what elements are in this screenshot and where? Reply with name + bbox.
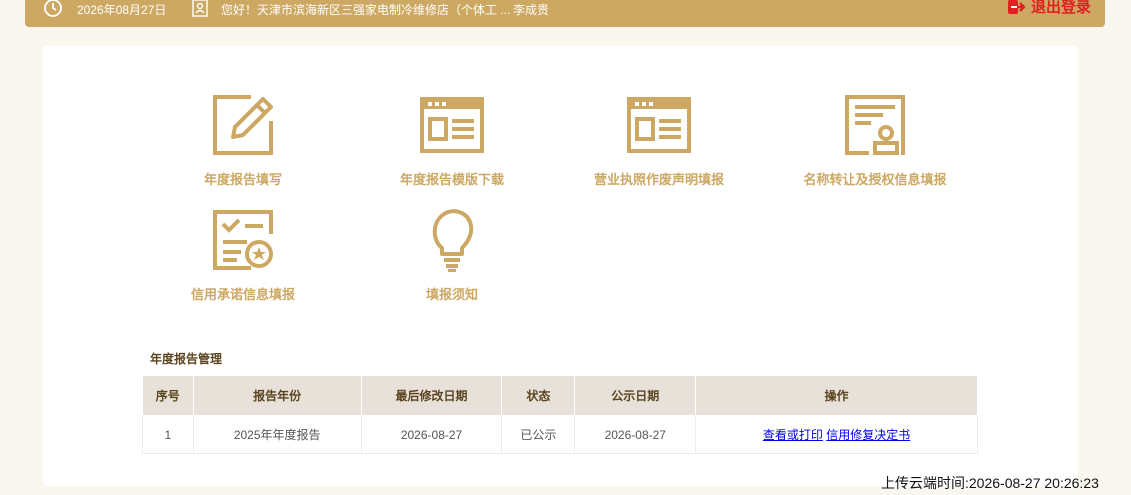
user-badge-icon: [192, 0, 208, 17]
tile-name-transfer[interactable]: 名称转让及授权信息填报: [785, 93, 965, 188]
tile-label: 信用承诺信息填报: [190, 287, 295, 302]
cell-status: 已公示: [501, 415, 576, 454]
col-header-year: 报告年份: [192, 375, 362, 416]
view-print-link[interactable]: 查看或打印: [763, 428, 823, 442]
tile-label: 年度报告模版下载: [399, 172, 504, 187]
tile-template-download[interactable]: 年度报告模版下载: [372, 93, 532, 188]
logout-icon: [1007, 0, 1025, 14]
greeting-text: 您好！天津市滨海新区三强家电制冷维修店（个体工 ...: [221, 3, 511, 17]
edit-form-icon: [213, 95, 273, 155]
authorization-stamp-icon: [845, 95, 905, 155]
tile-label: 名称转让及授权信息填报: [803, 172, 947, 187]
tile-label: 营业执照作废声明填报: [593, 172, 724, 187]
tile-label: 年度报告填写: [203, 172, 282, 187]
col-header-modified: 最后修改日期: [360, 375, 503, 416]
tile-filing-notice[interactable]: 填报须知: [372, 208, 532, 303]
credit-checklist-icon: [213, 210, 273, 270]
tile-license-void[interactable]: 营业执照作废声明填报: [579, 93, 739, 188]
col-header-actions: 操作: [695, 375, 978, 416]
main-panel: 年度报告填写 年度报告模版下载 营业执照作废声明填报 名称转让及授权信息填报 信…: [43, 46, 1078, 486]
logout-button[interactable]: 退出登录: [1007, 0, 1091, 17]
cell-publish-date: 2026-08-27: [574, 415, 697, 454]
col-header-publish-date: 公示日期: [574, 375, 697, 416]
col-header-index: 序号: [142, 375, 194, 416]
clock-icon: [44, 0, 62, 17]
upload-time-text: 上传云端时间:2026-08-27 20:26:23: [881, 475, 1099, 491]
tile-label: 填报须知: [425, 287, 478, 302]
tile-credit-commitment[interactable]: 信用承诺信息填报: [163, 208, 323, 303]
logout-label: 退出登录: [1030, 0, 1091, 16]
top-bar: 2026年08月27日 您好！天津市滨海新区三强家电制冷维修店（个体工 ... …: [25, 0, 1105, 27]
template-download-icon: [420, 97, 484, 153]
section-title: 年度报告管理: [150, 352, 223, 366]
cell-index: 1: [142, 415, 194, 454]
license-void-icon: [627, 97, 691, 153]
table-header-row: 序号 报告年份 最后修改日期 状态 公示日期 操作: [142, 375, 978, 416]
credit-repair-link[interactable]: 信用修复决定书: [826, 428, 910, 442]
lightbulb-icon: [432, 209, 474, 272]
cell-actions: 查看或打印 信用修复决定书: [695, 415, 978, 454]
current-date: 2026年08月27日: [77, 3, 167, 17]
cell-year: 2025年年度报告: [192, 415, 362, 454]
tile-annual-report-fill[interactable]: 年度报告填写: [163, 93, 323, 188]
report-table: 序号 报告年份 最后修改日期 状态 公示日期 操作 1 2025年年度报告 20…: [142, 375, 978, 454]
table-row: 1 2025年年度报告 2026-08-27 已公示 2026-08-27 查看…: [142, 415, 978, 454]
user-name: 李成贵: [513, 3, 550, 17]
cell-modified: 2026-08-27: [360, 415, 503, 454]
col-header-status: 状态: [501, 375, 576, 416]
